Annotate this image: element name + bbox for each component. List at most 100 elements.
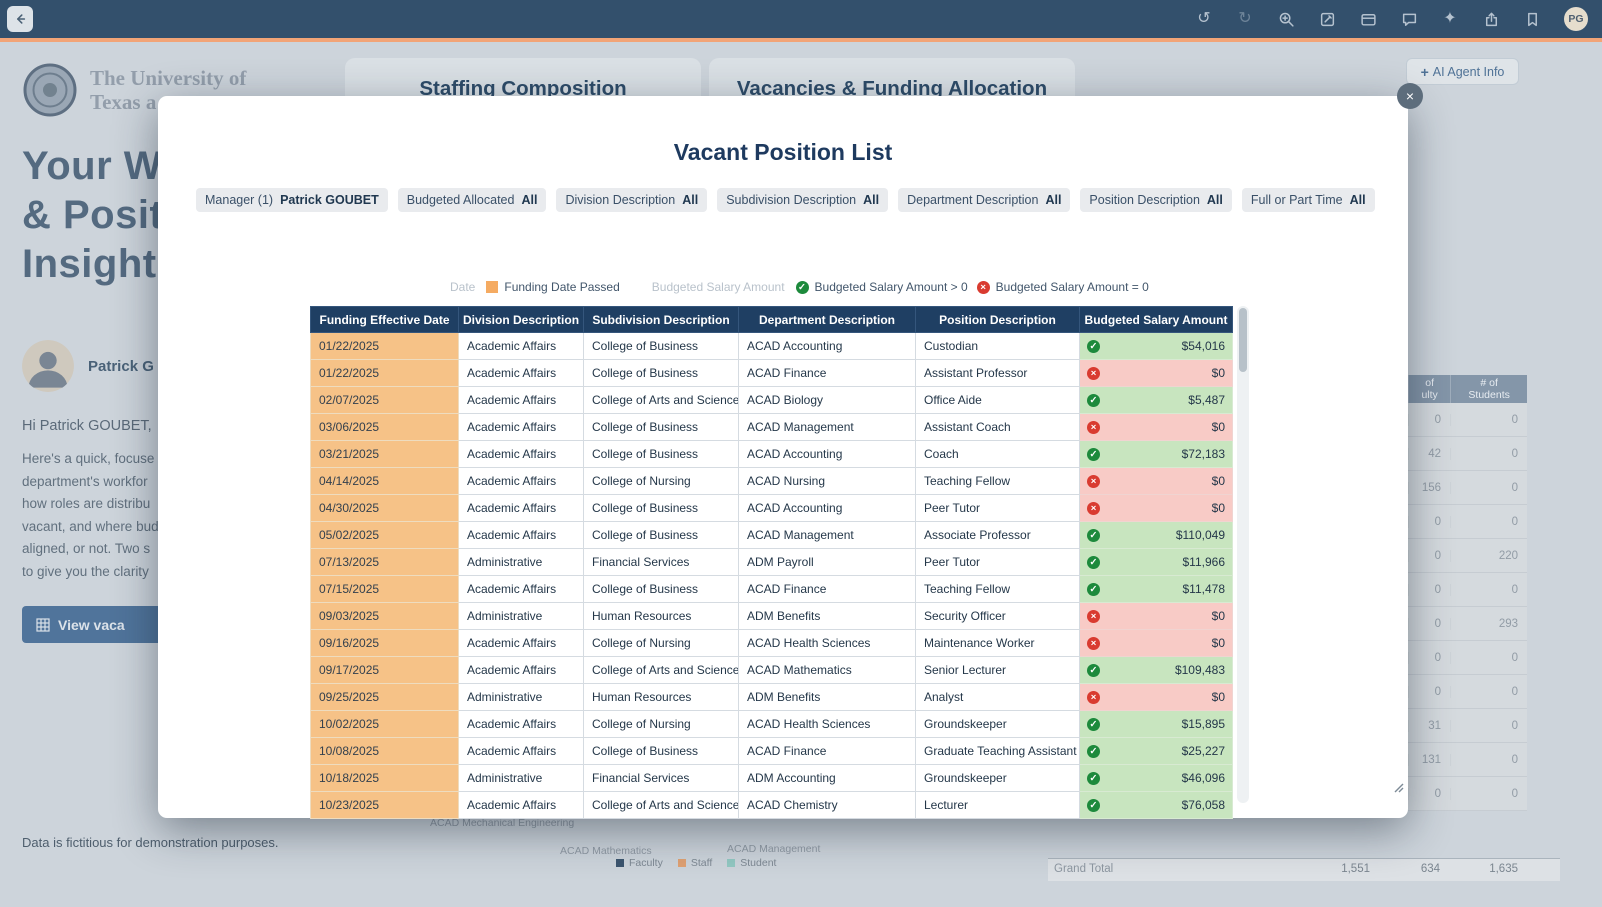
salary-amount: $54,016: [1181, 339, 1225, 353]
position-cell: Lecturer: [915, 791, 1080, 819]
funding-date-cell: 10/18/2025: [310, 764, 459, 792]
salary-cell-content: ✓ $5,487: [1087, 393, 1225, 407]
column-header[interactable]: Department Description: [738, 306, 916, 333]
position-cell: Assistant Professor: [915, 359, 1080, 387]
salary-cell-content: × $0: [1087, 501, 1225, 515]
sparkle-icon[interactable]: ✦: [1441, 10, 1459, 28]
faculty-count-cell: 0: [1408, 685, 1450, 698]
paragraph-line: how roles are distribu: [22, 496, 151, 511]
bookmark-icon[interactable]: [1523, 10, 1541, 28]
filter-chip[interactable]: Position Description All: [1080, 188, 1232, 212]
table-row[interactable]: 10/23/2025 Academic Affairs College of Art…: [310, 791, 1233, 819]
chart-legend-item: Staff: [677, 857, 712, 869]
filter-chip[interactable]: Division Description All: [556, 188, 708, 212]
salary-cell-content: × $0: [1087, 609, 1225, 623]
table-row[interactable]: 07/13/2025 Administrative Financial Servic…: [310, 548, 1233, 576]
column-header[interactable]: Subdivision Description: [583, 306, 739, 333]
filter-chip-value: All: [682, 193, 699, 207]
salary-cell: ✓ $54,016: [1079, 332, 1233, 360]
subdivision-cell: Financial Services: [583, 764, 739, 792]
division-cell: Academic Affairs: [458, 386, 584, 414]
table-row[interactable]: 04/30/2025 Academic Affairs College of Bus…: [310, 494, 1233, 522]
student-count-cell: 0: [1450, 787, 1527, 800]
table-row[interactable]: 04/14/2025 Academic Affairs College of Nur…: [310, 467, 1233, 495]
position-cell: Senior Lecturer: [915, 656, 1080, 684]
comment-icon[interactable]: [1400, 10, 1418, 28]
funding-date-cell: 10/02/2025: [310, 710, 459, 738]
back-arrow-icon: [17, 14, 26, 24]
student-count-cell: 0: [1450, 413, 1527, 426]
chart-label: ACAD Management: [727, 843, 821, 855]
table-row[interactable]: 10/18/2025 Administrative Financial Servic…: [310, 764, 1233, 792]
table-row[interactable]: 09/16/2025 Academic Affairs College of Nur…: [310, 629, 1233, 657]
table-row[interactable]: 09/25/2025 Administrative Human Resources A…: [310, 683, 1233, 711]
table-row[interactable]: 10/02/2025 Academic Affairs College of Nur…: [310, 710, 1233, 738]
position-cell: Peer Tutor: [915, 494, 1080, 522]
department-cell: ACAD Management: [738, 521, 916, 549]
table-row[interactable]: 10/08/2025 Academic Affairs College of Bus…: [310, 737, 1233, 765]
check-icon: ✓: [1087, 717, 1100, 731]
summary-table-row: 42 0: [1408, 437, 1527, 471]
filter-chip-label: Budgeted Allocated: [406, 193, 515, 207]
cross-icon: ×: [1087, 366, 1100, 380]
cross-icon: ×: [976, 280, 990, 294]
table-row[interactable]: 01/22/2025 Academic Affairs College of Bus…: [310, 359, 1233, 387]
filter-chip[interactable]: Budgeted Allocated All: [397, 188, 547, 212]
paragraph-line: to give you the clarity: [22, 563, 149, 579]
table-row[interactable]: 09/17/2025 Academic Affairs College of Art…: [310, 656, 1233, 684]
zoom-in-icon[interactable]: [1277, 10, 1295, 28]
table-row[interactable]: 09/03/2025 Administrative Human Resources A…: [310, 602, 1233, 630]
resize-handle[interactable]: [1393, 782, 1405, 794]
filter-chip[interactable]: Manager (1) Patrick GOUBET: [196, 188, 388, 212]
faculty-count-cell: 31: [1408, 719, 1450, 732]
table-row[interactable]: 05/02/2025 Academic Affairs College of Bus…: [310, 521, 1233, 549]
salary-amount: $11,478: [1182, 582, 1226, 596]
table-row[interactable]: 02/07/2025 Academic Affairs College of Art…: [310, 386, 1233, 414]
table-row[interactable]: 07/15/2025 Academic Affairs College of Bus…: [310, 575, 1233, 603]
back-button[interactable]: [7, 6, 33, 32]
salary-amount: $15,895: [1181, 717, 1225, 731]
faculty-count-cell: 0: [1408, 549, 1450, 562]
ai-agent-info-button[interactable]: + AI Agent Info: [1406, 58, 1519, 85]
toolbar-icon-group: ↺ ↻ ✦: [1195, 10, 1541, 28]
filter-chip-label: Division Description: [565, 193, 676, 207]
user-avatar[interactable]: PG: [1564, 7, 1588, 31]
filter-chip-label: Manager (1): [205, 193, 274, 207]
division-cell: Academic Affairs: [458, 413, 584, 441]
edit-icon[interactable]: [1318, 10, 1336, 28]
filter-chip[interactable]: Full or Part Time All: [1241, 188, 1375, 212]
division-cell: Academic Affairs: [458, 737, 584, 765]
column-header[interactable]: Budgeted Salary Amount: [1079, 306, 1233, 333]
subdivision-cell: College of Arts and Sciences: [583, 791, 739, 819]
filter-chip[interactable]: Subdivision Description All: [717, 188, 889, 212]
footer-note: Data is fictitious for demonstration pur…: [22, 835, 279, 850]
filter-chip[interactable]: Department Description All: [898, 188, 1071, 212]
subdivision-cell: College of Nursing: [583, 629, 739, 657]
vacant-position-modal: × Vacant Position List Manager (1) Patric…: [158, 83, 1423, 819]
card-icon[interactable]: [1359, 10, 1377, 28]
column-header[interactable]: Position Description: [915, 306, 1080, 333]
table-row[interactable]: 03/06/2025 Academic Affairs College of Bus…: [310, 413, 1233, 441]
university-name-line1: The University of: [90, 66, 247, 90]
column-header[interactable]: Funding Effective Date: [310, 306, 459, 333]
division-cell: Academic Affairs: [458, 656, 584, 684]
export-icon[interactable]: [1482, 10, 1500, 28]
student-count-cell: 293: [1450, 617, 1527, 630]
close-button[interactable]: ×: [1397, 83, 1423, 109]
salary-cell: × $0: [1079, 494, 1233, 522]
salary-cell-content: ✓ $15,895: [1087, 717, 1225, 731]
scrollbar-thumb[interactable]: [1239, 308, 1247, 372]
position-cell: Teaching Fellow: [915, 575, 1080, 603]
table-scrollbar[interactable]: [1237, 306, 1249, 803]
table-row[interactable]: 03/21/2025 Academic Affairs College of Bus…: [310, 440, 1233, 468]
table-row[interactable]: 01/22/2025 Academic Affairs College of Bus…: [310, 332, 1233, 360]
salary-cell-content: ✓ $25,227: [1087, 744, 1225, 758]
division-cell: Administrative: [458, 602, 584, 630]
check-icon: ✓: [1087, 339, 1100, 353]
legend-salary-positive-label: Budgeted Salary Amount > 0: [814, 280, 968, 294]
department-cell: ACAD Finance: [738, 737, 916, 765]
undo-icon[interactable]: ↺: [1195, 10, 1213, 28]
redo-icon[interactable]: ↻: [1236, 10, 1254, 28]
check-icon: ✓: [1087, 393, 1100, 407]
column-header[interactable]: Division Description: [458, 306, 584, 333]
